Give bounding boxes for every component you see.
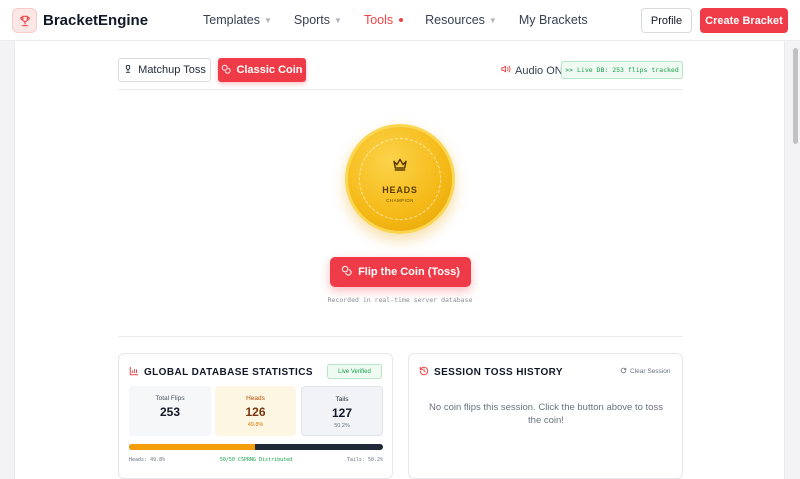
- crown-icon: [392, 157, 408, 176]
- session-empty-message: No coin flips this session. Click the bu…: [429, 402, 663, 426]
- nav-templates[interactable]: Templates ▼: [203, 13, 272, 27]
- heads-progress-fill: [129, 444, 256, 450]
- tab-label: Matchup Toss: [138, 64, 206, 76]
- stat-percent: 49.8%: [247, 422, 264, 428]
- stats-title-text: GLOBAL DATABASE STATISTICS: [144, 367, 313, 378]
- brand-logo[interactable]: BracketEngine: [12, 8, 148, 33]
- heads-caption: Heads: 49.8%: [129, 457, 166, 463]
- create-bracket-button[interactable]: Create Bracket: [700, 8, 788, 33]
- chevron-down-icon: ▼: [488, 15, 497, 25]
- nav-label: Sports: [293, 13, 331, 27]
- stat-percent: 50.2%: [334, 423, 350, 429]
- audio-toggle[interactable]: Audio ON: [501, 64, 563, 77]
- tails-caption: Tails: 50.2%: [346, 457, 383, 463]
- clear-session-label: Clear Session: [630, 368, 671, 375]
- trophy-icon: [12, 8, 37, 33]
- global-stats-panel: GLOBAL DATABASE STATISTICS Live Verified…: [118, 353, 393, 479]
- coin[interactable]: HEADS CHAMPION: [345, 124, 455, 234]
- nav-resources[interactable]: Resources ▼: [425, 13, 497, 27]
- nav-label: My Brackets: [518, 13, 588, 27]
- nav-label: Resources: [425, 13, 485, 27]
- coin-sub-label: CHAMPION: [386, 198, 414, 203]
- stat-label: Tails: [335, 396, 349, 403]
- live-db-badge: >> Live DB: 253 flips tracked: [561, 61, 683, 79]
- coins-icon: [221, 64, 232, 77]
- page-scrollbar[interactable]: [793, 48, 798, 144]
- stat-tails: Tails 127 50.2%: [301, 386, 383, 436]
- profile-button[interactable]: Profile: [641, 8, 692, 33]
- distribution-caption: 50/50 CSPRNG Distributed: [219, 457, 293, 463]
- flip-coin-button[interactable]: Flip the Coin (Toss): [330, 257, 471, 287]
- session-title-text: SESSION TOSS HISTORY: [434, 367, 563, 378]
- flip-caption: Recorded in real-time server database: [327, 296, 473, 304]
- nav-label: Tools: [363, 13, 394, 27]
- nav-my-brackets[interactable]: My Brackets: [519, 13, 588, 27]
- main-nav: Templates ▼ Sports ▼ Tools Resources ▼ M…: [203, 13, 588, 27]
- stat-value: 127: [331, 406, 353, 420]
- stats-title: GLOBAL DATABASE STATISTICS: [129, 366, 313, 379]
- live-verified-badge: Live Verified: [327, 364, 382, 379]
- nav-sports[interactable]: Sports ▼: [294, 13, 342, 27]
- speaker-icon: [501, 64, 511, 77]
- session-title: SESSION TOSS HISTORY: [419, 366, 563, 379]
- audio-label: Audio ON: [515, 64, 563, 77]
- session-history-panel: SESSION TOSS HISTORY Clear Session No co…: [408, 353, 683, 479]
- stat-total-flips: Total Flips 253: [129, 386, 211, 436]
- brand-name: BracketEngine: [43, 12, 149, 29]
- nav-label: Templates: [203, 13, 260, 27]
- stat-label: Total Flips: [155, 395, 185, 402]
- trophy-icon: [123, 64, 133, 77]
- stat-value: 126: [245, 405, 266, 419]
- matchup-toss-tab[interactable]: Matchup Toss: [118, 58, 211, 82]
- stat-value: 253: [159, 405, 181, 419]
- clear-session-button[interactable]: Clear Session: [620, 367, 670, 376]
- top-navigation-bar: BracketEngine Templates ▼ Sports ▼ Tools…: [0, 0, 800, 41]
- stat-heads: Heads 126 49.8%: [215, 386, 296, 436]
- bar-chart-icon: [129, 366, 139, 379]
- chevron-down-icon: ▼: [334, 15, 342, 25]
- coin-face-label: HEADS: [382, 185, 418, 195]
- heads-tails-progress-bar: [129, 444, 383, 450]
- stat-label: Heads: [246, 395, 265, 402]
- nav-tools[interactable]: Tools: [363, 13, 404, 27]
- flip-button-label: Flip the Coin (Toss): [358, 266, 460, 278]
- chevron-down-icon: ▼: [263, 15, 272, 25]
- tab-label: Classic Coin: [236, 64, 303, 76]
- coins-icon: [341, 265, 352, 279]
- active-dot-icon: [399, 18, 404, 22]
- divider: [118, 336, 683, 337]
- coin-ring: [359, 138, 441, 220]
- refresh-icon: [620, 367, 627, 376]
- divider: [118, 89, 683, 90]
- progress-captions: Heads: 49.8% 50/50 CSPRNG Distributed Ta…: [129, 457, 383, 463]
- classic-coin-tab[interactable]: Classic Coin: [218, 58, 306, 82]
- history-icon: [419, 366, 429, 379]
